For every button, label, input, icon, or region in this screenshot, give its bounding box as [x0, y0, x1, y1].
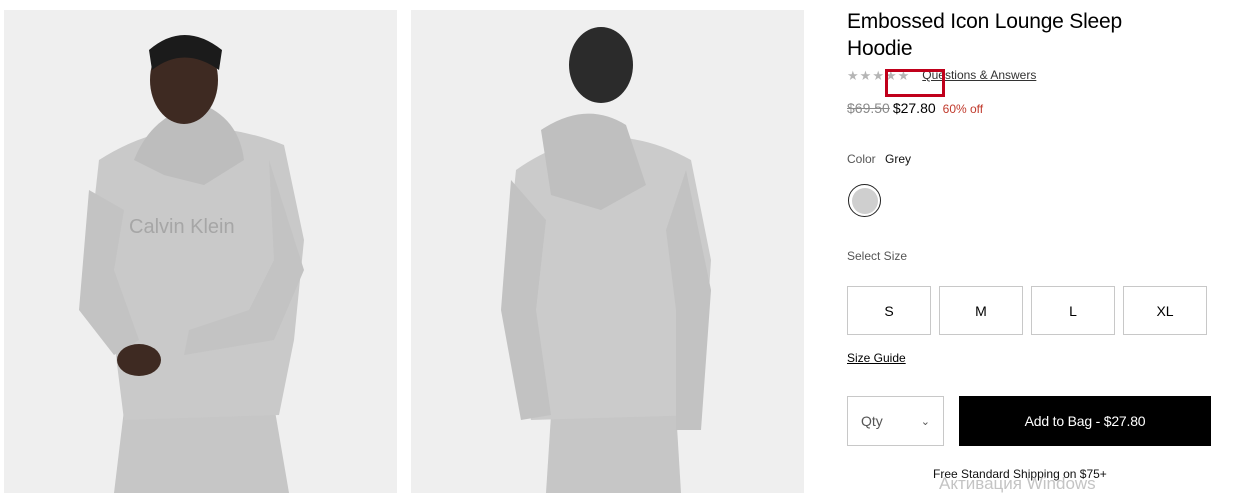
color-label: Color [847, 152, 876, 166]
swatch-fill [851, 187, 878, 214]
original-price: $69.50 [847, 100, 890, 116]
windows-activation-watermark: Активация Windows [939, 474, 1096, 493]
star-icon: ★ [847, 67, 859, 83]
product-info-panel: Embossed Icon Lounge Sleep Hoodie ★ ★ ★ … [847, 0, 1227, 493]
color-value: Grey [885, 152, 912, 166]
size-guide-link[interactable]: Size Guide [847, 351, 906, 365]
size-button-s[interactable]: S [847, 286, 931, 335]
select-size-label: Select Size [847, 249, 908, 263]
chevron-down-icon: ⌄ [920, 415, 930, 428]
color-row: Color Grey [847, 152, 911, 166]
discount-badge: 60% off [942, 102, 984, 116]
quantity-select[interactable]: Qty ⌄ [847, 396, 944, 446]
size-options: S M L XL [847, 286, 1207, 335]
size-button-xl[interactable]: XL [1123, 286, 1207, 335]
model-front-illustration: Calvin Klein [4, 10, 397, 493]
color-swatch-grey[interactable] [848, 184, 881, 217]
product-image-front[interactable]: Calvin Klein [4, 10, 397, 493]
product-title: Embossed Icon Lounge Sleep Hoodie [847, 10, 1122, 60]
price-row: $69.50 $27.80 60% off [847, 100, 983, 116]
model-back-illustration [411, 10, 804, 493]
add-to-bag-button[interactable]: Add to Bag - $27.80 [959, 396, 1211, 446]
star-icon: ★ [859, 67, 872, 83]
sale-price: $27.80 [892, 100, 936, 116]
size-button-l[interactable]: L [1031, 286, 1115, 335]
star-icon: ★ [872, 67, 884, 83]
size-button-m[interactable]: M [939, 286, 1023, 335]
quantity-placeholder: Qty [861, 413, 883, 429]
highlight-box [885, 69, 945, 97]
product-image-back[interactable] [411, 10, 804, 493]
hoodie-logo-print: Calvin Klein [129, 216, 235, 238]
